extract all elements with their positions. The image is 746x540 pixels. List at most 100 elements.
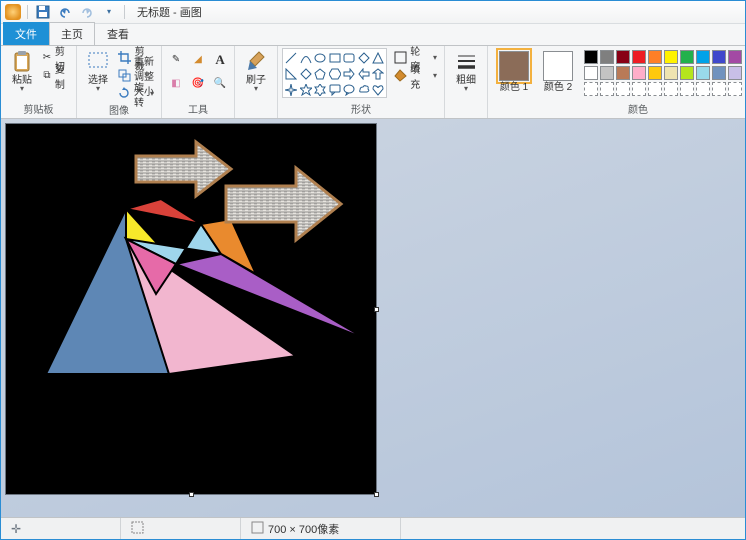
- group-shapes: 轮廓▾ 填充▾ 形状: [278, 46, 445, 118]
- shape-callcloud[interactable]: [356, 82, 370, 98]
- swatch-13[interactable]: [632, 66, 646, 80]
- group-colors-label: 颜色: [492, 101, 746, 117]
- canvas[interactable]: [6, 124, 376, 494]
- quick-access-toolbar: ▾: [1, 3, 131, 21]
- shape-hexagon[interactable]: [327, 66, 341, 82]
- color1-button[interactable]: 颜色 1: [492, 48, 536, 93]
- swatch-0[interactable]: [584, 50, 598, 64]
- swatch-22[interactable]: [616, 82, 630, 96]
- swatch-17[interactable]: [696, 66, 710, 80]
- shape-heart[interactable]: [371, 82, 385, 98]
- group-image-label: 图像: [81, 102, 157, 118]
- resize-handle-right[interactable]: [374, 307, 379, 312]
- shape-arrowu[interactable]: [371, 66, 385, 82]
- swatch-3[interactable]: [632, 50, 646, 64]
- swatch-16[interactable]: [680, 66, 694, 80]
- swatch-8[interactable]: [712, 50, 726, 64]
- fill-tool[interactable]: ◢: [188, 51, 208, 68]
- shape-roundrect[interactable]: [342, 50, 356, 66]
- resize-handle-bottom[interactable]: [189, 492, 194, 497]
- brush-button[interactable]: 刷子 ▾: [239, 48, 273, 92]
- swatch-15[interactable]: [664, 66, 678, 80]
- swatch-29[interactable]: [728, 82, 742, 96]
- swatch-26[interactable]: [680, 82, 694, 96]
- select-button[interactable]: 选择 ▾: [81, 48, 115, 92]
- lines-icon: [454, 50, 478, 74]
- picker-tool[interactable]: 🎯: [188, 75, 208, 92]
- shape-pentagon[interactable]: [313, 66, 327, 82]
- shape-star4[interactable]: [284, 82, 298, 98]
- swatch-19[interactable]: [728, 66, 742, 80]
- text-tool[interactable]: A: [210, 51, 230, 68]
- zoom-tool[interactable]: 🔍: [210, 75, 230, 92]
- group-image: 选择 ▾ 剪裁 重新调整大小 旋转▾ 图像: [77, 46, 162, 118]
- shape-fill-button[interactable]: 填充▾: [391, 67, 440, 84]
- group-brush: 刷子 ▾: [235, 46, 278, 118]
- shape-star6[interactable]: [313, 82, 327, 98]
- swatch-10[interactable]: [584, 66, 598, 80]
- swatch-4[interactable]: [648, 50, 662, 64]
- swatch-6[interactable]: [680, 50, 694, 64]
- swatch-27[interactable]: [696, 82, 710, 96]
- window-title: 无标题 - 画图: [137, 4, 202, 20]
- color1-well[interactable]: [499, 51, 529, 81]
- shape-triangle[interactable]: [371, 50, 385, 66]
- shape-curve[interactable]: [298, 50, 312, 66]
- shape-line[interactable]: [284, 50, 298, 66]
- group-stroke: 粗细 ▾: [445, 46, 488, 118]
- color2-well[interactable]: [543, 51, 573, 81]
- eraser-tool[interactable]: ◧: [166, 75, 186, 92]
- swatch-25[interactable]: [664, 82, 678, 96]
- swatch-5[interactable]: [664, 50, 678, 64]
- size-button[interactable]: 粗细 ▾: [449, 48, 483, 92]
- save-icon[interactable]: [34, 3, 52, 21]
- paste-button[interactable]: 粘贴 ▾: [5, 48, 39, 92]
- qat-dropdown-icon[interactable]: ▾: [100, 3, 118, 21]
- ribbon-tabs: 文件 主页 查看: [1, 24, 745, 45]
- shape-rect[interactable]: [327, 50, 341, 66]
- swatch-21[interactable]: [600, 82, 614, 96]
- bucket-icon: ◢: [194, 54, 202, 65]
- arrow-1: [136, 142, 231, 196]
- swatch-23[interactable]: [632, 82, 646, 96]
- swatch-11[interactable]: [600, 66, 614, 80]
- magnifier-icon: 🔍: [214, 78, 226, 89]
- undo-icon[interactable]: [56, 3, 74, 21]
- swatch-14[interactable]: [648, 66, 662, 80]
- shape-rtriangle[interactable]: [284, 66, 298, 82]
- swatch-20[interactable]: [584, 82, 598, 96]
- shape-calloval[interactable]: [342, 82, 356, 98]
- shape-callrect[interactable]: [327, 82, 341, 98]
- shape-oval[interactable]: [313, 50, 327, 66]
- select-icon: [86, 50, 110, 74]
- shape-diamond[interactable]: [298, 66, 312, 82]
- redo-icon[interactable]: [78, 3, 96, 21]
- pencil-tool[interactable]: ✎: [166, 51, 186, 68]
- swatch-7[interactable]: [696, 50, 710, 64]
- resize-handle-corner[interactable]: [374, 492, 379, 497]
- shape-arrowl[interactable]: [356, 66, 370, 82]
- swatch-28[interactable]: [712, 82, 726, 96]
- swatch-24[interactable]: [648, 82, 662, 96]
- canvas-container: [6, 124, 376, 494]
- eraser-icon: ◧: [171, 78, 180, 89]
- group-tools: ✎ ◢ A ◧ 🎯 🔍 工具: [162, 46, 235, 118]
- shape-arrowr[interactable]: [342, 66, 356, 82]
- shape-polygon[interactable]: [356, 50, 370, 66]
- swatch-1[interactable]: [600, 50, 614, 64]
- swatch-18[interactable]: [712, 66, 726, 80]
- rotate-button[interactable]: 旋转▾: [115, 85, 157, 102]
- shapes-gallery[interactable]: [282, 48, 387, 98]
- copy-button[interactable]: ⧉复制: [39, 67, 72, 84]
- shape-star5[interactable]: [298, 82, 312, 98]
- rotate-icon: [118, 87, 131, 101]
- outline-icon: [394, 51, 407, 65]
- workspace[interactable]: [1, 119, 745, 517]
- swatch-9[interactable]: [728, 50, 742, 64]
- tab-file[interactable]: 文件: [3, 22, 49, 45]
- text-icon: A: [215, 52, 224, 68]
- color2-button[interactable]: 颜色 2: [536, 48, 580, 93]
- copy-icon: ⧉: [42, 69, 52, 83]
- swatch-2[interactable]: [616, 50, 630, 64]
- swatch-12[interactable]: [616, 66, 630, 80]
